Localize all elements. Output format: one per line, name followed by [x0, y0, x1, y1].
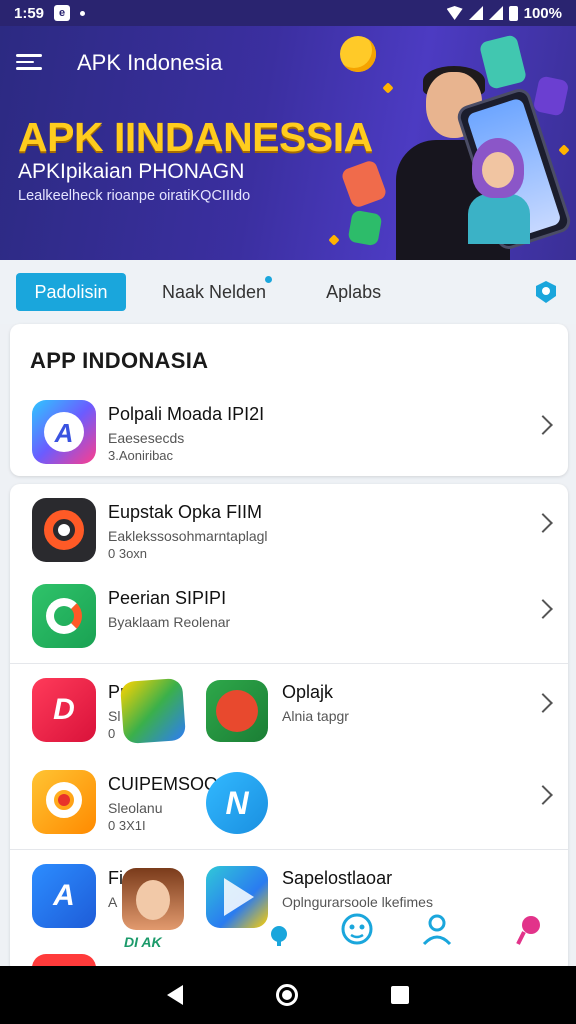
tab-bar: Padolisin Naak Nelden Aplabs — [0, 260, 576, 324]
app-desc: Eaklekssosohmarntaplagl — [108, 528, 268, 544]
status-time: 1:59 — [14, 4, 45, 22]
list-item[interactable]: D Prohed Sl 0 Oplajk Alnia tapgr — [10, 666, 568, 758]
list-item[interactable]: A Polpali Moada IPI2I Eaesesecds 3.Aonir… — [10, 388, 568, 480]
banner-title: APK IINDANESSIA — [18, 114, 373, 160]
app-name: Fi — [108, 868, 123, 888]
location-pin-icon[interactable] — [262, 912, 296, 946]
sparkle-icon — [558, 144, 570, 156]
signal-icon — [468, 6, 483, 20]
profile-badge-icon[interactable] — [532, 278, 560, 306]
app-meta: 0 — [108, 726, 116, 741]
app-list-card: Eupstak Opka FIIM Eaklekssosohmarntaplag… — [10, 484, 568, 974]
hero-banner: APK Indonesia APK IINDANESSIA APKIpikaia… — [0, 26, 576, 260]
sparkle-icon — [382, 82, 394, 94]
banner-subtitle: APKIpikaian PHONAGN — [18, 160, 245, 183]
app-desc: Byaklaam Reolenar — [108, 614, 231, 630]
sticker-icon — [347, 209, 383, 247]
tab-padolisin[interactable]: Padolisin — [16, 273, 126, 311]
screen: 1:59 e 100% APK Indonesia APK IINDANESSI… — [0, 0, 576, 1024]
app-meta: 3.Aoniribac — [108, 448, 174, 463]
wifi-icon — [446, 6, 463, 20]
recent-apps-icon[interactable] — [391, 986, 410, 1004]
list-item[interactable]: Peerian SIPIPI Byaklaam Reolenar — [10, 572, 568, 664]
menu-button[interactable] — [16, 50, 42, 72]
app-desc: Sleolanu — [108, 800, 163, 816]
signal-icon-2 — [488, 6, 503, 20]
app-name: Peerian SIPIPI — [108, 588, 227, 608]
app-name: Eupstak Opka FIIM — [108, 502, 263, 522]
n-logo-icon[interactable]: N — [206, 772, 268, 834]
tab-aplabs[interactable]: Aplabs — [326, 282, 381, 303]
tab-label: Naak Nelden — [162, 281, 267, 302]
user-icon[interactable] — [420, 912, 454, 946]
menu-icon-line — [16, 67, 42, 70]
home-icon[interactable] — [275, 984, 298, 1006]
svg-text:N: N — [225, 785, 249, 821]
app-name: Oplajk — [282, 682, 334, 702]
bottom-icon-strip — [0, 908, 576, 964]
notification-dot-icon — [80, 10, 86, 16]
emoji-icon — [340, 36, 376, 72]
chevron-right-icon — [533, 513, 553, 533]
menu-icon-line — [16, 60, 34, 63]
app-name: Polpali Moada IPI2I — [108, 404, 265, 424]
chrome-style-icon — [32, 584, 96, 648]
list-item[interactable]: Eupstak Opka FIIM Eaklekssosohmarntaplag… — [10, 486, 568, 578]
maps-style-icon[interactable] — [119, 677, 187, 745]
orange-pin-icon — [32, 770, 96, 834]
battery-level: 100% — [523, 4, 562, 22]
gear-app-icon — [32, 498, 96, 562]
app-desc: Sl — [108, 708, 121, 724]
chevron-right-icon — [533, 785, 553, 805]
app-meta: 0 3X1I — [108, 818, 146, 833]
sparkle-icon — [328, 234, 340, 246]
system-nav-bar — [0, 966, 576, 1024]
battery-icon — [508, 5, 518, 21]
menu-icon-line — [16, 54, 42, 57]
red-p-icon: D — [32, 678, 96, 742]
banner-girl-illustration — [468, 138, 530, 244]
sticker-icon — [340, 159, 388, 209]
back-icon[interactable] — [166, 985, 183, 1005]
svg-text:A: A — [54, 418, 74, 448]
tab-naak-nelden[interactable]: Naak Nelden — [162, 275, 273, 303]
app-desc: Eaesesecds — [108, 430, 185, 446]
green-face-icon[interactable] — [206, 680, 268, 742]
divider — [10, 849, 568, 850]
new-badge-dot — [265, 275, 273, 283]
app-blue-a-icon: A — [32, 400, 96, 464]
app-meta: 0 3oxn — [108, 546, 148, 561]
status-bar: 1:59 e 100% — [0, 0, 576, 26]
app-desc: Alnia tapgr — [282, 708, 349, 724]
app-title: APK Indonesia — [77, 50, 223, 75]
list-item[interactable]: CUIPEMSOO6 Sleolanu 0 3X1I — [10, 758, 568, 850]
notification-app-icon: e — [54, 5, 71, 21]
pink-pin-icon[interactable] — [512, 912, 546, 946]
section-title: APP INDONASIA — [30, 348, 209, 373]
app-name: Sapelostlaoar — [282, 868, 393, 888]
chevron-right-icon — [533, 693, 553, 713]
chevron-right-icon — [533, 415, 553, 435]
banner-tagline: Lealkeelheck rioanpe oiratiKQCIIIdo — [18, 188, 251, 204]
featured-card: APP INDONASIA A Polpali Moada IPI2I Eaes… — [10, 324, 568, 476]
face-icon[interactable] — [340, 912, 374, 946]
chevron-right-icon — [533, 599, 553, 619]
sticker-icon — [532, 75, 570, 117]
divider — [10, 663, 568, 664]
